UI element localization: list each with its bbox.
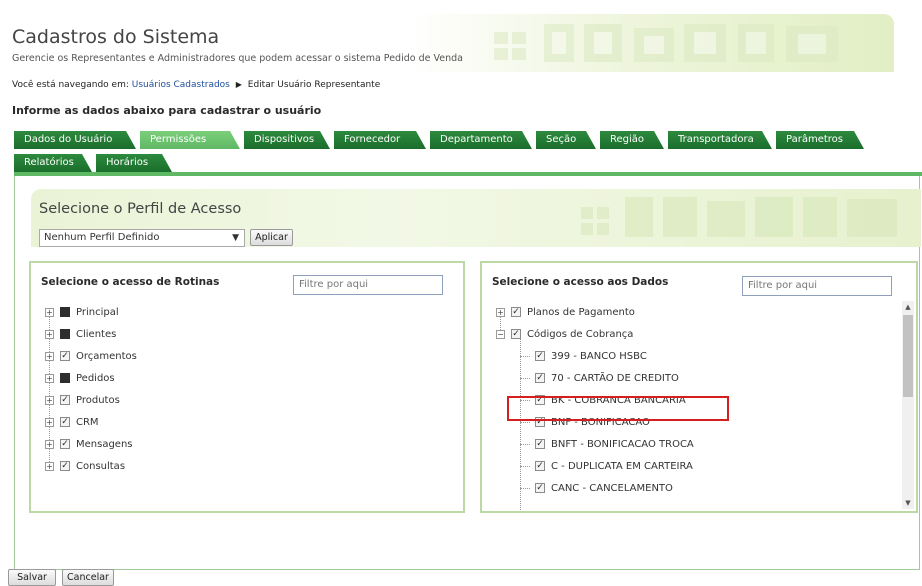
tab-transportadora[interactable]: Transportadora <box>668 131 772 149</box>
expand-icon[interactable]: + <box>45 307 54 317</box>
tab-fornecedor[interactable]: Fornecedor <box>334 131 426 149</box>
dados-scrollbar[interactable]: ▲ ▼ <box>902 301 914 509</box>
tree-node[interactable]: ✓ 399 - BANCO HSBC <box>520 345 647 367</box>
tree-node[interactable]: + ✓ Consultas <box>45 455 125 477</box>
checkbox-partial-icon[interactable] <box>60 373 70 383</box>
tree-node[interactable]: + ✓ Orçamentos <box>45 345 137 367</box>
page-title: Cadastros do Sistema <box>12 26 220 48</box>
checkbox-partial-icon[interactable] <box>60 307 70 317</box>
checkbox-checked-icon[interactable]: ✓ <box>535 439 545 449</box>
tree-node[interactable]: + ✓ Planos de Pagamento <box>496 301 635 323</box>
rotinas-title: Selecione o acesso de Rotinas <box>41 276 220 288</box>
watermark-logo <box>494 24 838 62</box>
checkbox-checked-icon[interactable]: ✓ <box>60 417 70 427</box>
checkbox-checked-icon[interactable]: ✓ <box>535 461 545 471</box>
checkbox-checked-icon[interactable]: ✓ <box>511 329 521 339</box>
tab-departamento[interactable]: Departamento <box>430 131 532 149</box>
tree-node[interactable]: + ✓ Mensagens <box>45 433 133 455</box>
tree-node[interactable]: + ✓ CRM <box>45 411 99 433</box>
breadcrumb: Você está navegando em: Usuários Cadastr… <box>12 80 380 90</box>
tab-parametros[interactable]: Parâmetros <box>776 131 864 149</box>
checkbox-partial-icon[interactable] <box>60 329 70 339</box>
dados-tree: + ✓ Planos de Pagamento − ✓ Códigos de C… <box>496 301 896 511</box>
expand-icon[interactable]: + <box>45 461 54 471</box>
checkbox-checked-icon[interactable]: ✓ <box>511 307 521 317</box>
watermark-logo <box>581 197 897 237</box>
save-button[interactable]: Salvar <box>8 569 56 586</box>
tree-node[interactable]: − ✓ Códigos de Cobrança <box>496 323 633 345</box>
checkbox-checked-icon[interactable]: ✓ <box>60 461 70 471</box>
checkbox-checked-icon[interactable]: ✓ <box>60 395 70 405</box>
expand-icon[interactable]: + <box>45 373 54 383</box>
highlight-box <box>507 396 729 421</box>
tree-node[interactable]: + Clientes <box>45 323 116 345</box>
tree-node[interactable]: + ✓ Produtos <box>45 389 120 411</box>
expand-icon[interactable]: + <box>45 351 54 361</box>
rotinas-tree: + Principal + Clientes + ✓ Orçamentos + … <box>45 301 443 511</box>
perfil-select-value: Nenhum Perfil Definido <box>44 232 160 243</box>
tree-node[interactable]: + Pedidos <box>45 367 115 389</box>
scroll-up-icon[interactable]: ▲ <box>902 301 914 313</box>
apply-button[interactable]: Aplicar <box>250 229 293 246</box>
expand-icon[interactable]: + <box>45 395 54 405</box>
tree-node[interactable]: ✓ C - DUPLICATA EM CARTEIRA <box>520 455 693 477</box>
tab-relatorios[interactable]: Relatórios <box>14 154 92 172</box>
form-instruction: Informe as dados abaixo para cadastrar o… <box>12 104 322 117</box>
tabs-row-1: Dados do Usuário Permissões Dispositivos… <box>14 131 868 149</box>
tab-dados-usuario[interactable]: Dados do Usuário <box>14 131 136 149</box>
scroll-down-icon[interactable]: ▼ <box>902 497 914 509</box>
perfil-select[interactable]: Nenhum Perfil Definido ▼ <box>39 229 245 247</box>
dados-box: Selecione o acesso aos Dados Filtre por … <box>480 261 918 513</box>
scroll-thumb[interactable] <box>903 315 913 397</box>
dados-title: Selecione o acesso aos Dados <box>492 276 669 288</box>
tab-dispositivos[interactable]: Dispositivos <box>244 131 330 149</box>
expand-icon[interactable]: + <box>496 307 505 317</box>
tree-node[interactable]: + Principal <box>45 301 119 323</box>
tree-node-highlighted[interactable]: ✓ 70 - CARTÃO DE CREDITO <box>520 367 679 389</box>
tabs-row-2: Relatórios Horários <box>14 154 176 172</box>
checkbox-checked-icon[interactable]: ✓ <box>60 351 70 361</box>
rotinas-filter-input[interactable]: Filtre por aqui <box>293 275 443 295</box>
checkbox-checked-icon[interactable]: ✓ <box>535 373 545 383</box>
permissions-panel: Selecione o Perfil de Acesso Nenhum Perf… <box>14 176 921 570</box>
expand-icon[interactable]: + <box>45 417 54 427</box>
tree-node[interactable]: ✓ BNFT - BONIFICACAO TROCA <box>520 433 694 455</box>
checkbox-checked-icon[interactable]: ✓ <box>60 439 70 449</box>
cancel-button[interactable]: Cancelar <box>62 569 114 586</box>
checkbox-checked-icon[interactable]: ✓ <box>535 351 545 361</box>
dados-filter-input[interactable]: Filtre por aqui <box>742 276 892 296</box>
breadcrumb-prefix: Você está navegando em: <box>12 80 129 90</box>
expand-icon[interactable]: + <box>45 439 54 449</box>
rotinas-box: Selecione o acesso de Rotinas Filtre por… <box>29 261 465 513</box>
expand-icon[interactable]: + <box>45 329 54 339</box>
page-subtitle: Gerencie os Representantes e Administrad… <box>12 53 463 64</box>
tab-horarios[interactable]: Horários <box>96 154 172 172</box>
tree-node[interactable]: ✓ CANC - CANCELAMENTO <box>520 477 673 499</box>
tab-secao[interactable]: Seção <box>536 131 596 149</box>
collapse-icon[interactable]: − <box>496 329 505 339</box>
tab-regiao[interactable]: Região <box>600 131 664 149</box>
perfil-title: Selecione o Perfil de Acesso <box>39 201 242 217</box>
breadcrumb-current: Editar Usuário Representante <box>247 80 381 90</box>
tab-permissoes[interactable]: Permissões <box>140 131 240 149</box>
breadcrumb-link-usuarios[interactable]: Usuários Cadastrados <box>132 80 230 90</box>
breadcrumb-arrow-icon: ▶ <box>235 80 242 89</box>
checkbox-checked-icon[interactable]: ✓ <box>535 483 545 493</box>
chevron-down-icon: ▼ <box>232 233 239 243</box>
